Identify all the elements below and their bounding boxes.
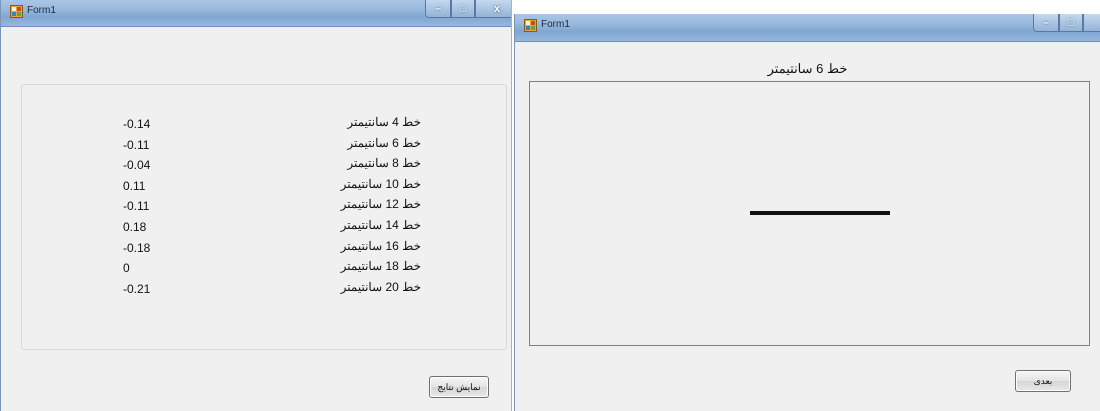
window-title: Form1 bbox=[541, 19, 570, 30]
next-button[interactable]: بعدی bbox=[1015, 370, 1071, 392]
results-window: Form1 – □ x -0.14 -0.11 -0.04 0.11 -0.11… bbox=[0, 0, 512, 411]
result-value: 0.18 bbox=[123, 219, 147, 234]
result-value: 0.11 bbox=[123, 178, 146, 193]
result-value: -0.21 bbox=[123, 281, 151, 296]
results-labels: خط 4 سانتیمتر خط 6 سانتیمتر خط 8 سانتیمت… bbox=[301, 112, 421, 297]
result-label: خط 16 سانتیمتر bbox=[340, 238, 421, 253]
form-icon bbox=[10, 5, 23, 18]
maximize-button[interactable]: □ bbox=[451, 0, 475, 18]
form-icon bbox=[524, 19, 537, 32]
close-button[interactable]: x bbox=[475, 0, 511, 18]
stimulus-line bbox=[750, 211, 890, 215]
title-bar[interactable]: Form1 – □ x bbox=[515, 14, 1100, 42]
result-label: خط 8 سانتیمتر bbox=[347, 156, 421, 171]
result-label: خط 12 سانتیمتر bbox=[340, 197, 421, 212]
result-label: خط 20 سانتیمتر bbox=[340, 279, 421, 294]
minimize-button[interactable]: – bbox=[1033, 14, 1059, 32]
result-label: خط 18 سانتیمتر bbox=[340, 259, 421, 274]
result-label: خط 6 سانتیمتر bbox=[347, 135, 421, 150]
result-value: -0.11 bbox=[123, 137, 150, 152]
result-value: -0.18 bbox=[123, 240, 151, 255]
line-length-heading: خط 6 سانتیمتر bbox=[767, 61, 848, 76]
result-label: خط 4 سانتیمتر bbox=[347, 115, 421, 129]
maximize-button[interactable]: □ bbox=[1059, 14, 1083, 32]
result-value: -0.14 bbox=[123, 117, 151, 131]
result-label: خط 14 سانتیمتر bbox=[340, 217, 421, 232]
close-button[interactable]: x bbox=[1083, 14, 1100, 32]
results-groupbox bbox=[21, 84, 507, 350]
title-bar[interactable]: Form1 – □ x bbox=[1, 0, 511, 27]
results-values: -0.14 -0.11 -0.04 0.11 -0.11 0.18 -0.18 … bbox=[123, 114, 183, 299]
result-value: -0.11 bbox=[123, 199, 150, 214]
show-results-button[interactable]: نمایش نتایج bbox=[429, 376, 489, 398]
result-value: 0 bbox=[123, 261, 130, 276]
result-value: -0.04 bbox=[123, 158, 151, 173]
result-label: خط 10 سانتیمتر bbox=[340, 176, 421, 191]
window-title: Form1 bbox=[27, 5, 56, 16]
minimize-button[interactable]: – bbox=[425, 0, 451, 18]
stimulus-window: Form1 – □ x خط 6 سانتیمتر بعدی bbox=[514, 14, 1100, 411]
stimulus-panel bbox=[529, 81, 1090, 346]
